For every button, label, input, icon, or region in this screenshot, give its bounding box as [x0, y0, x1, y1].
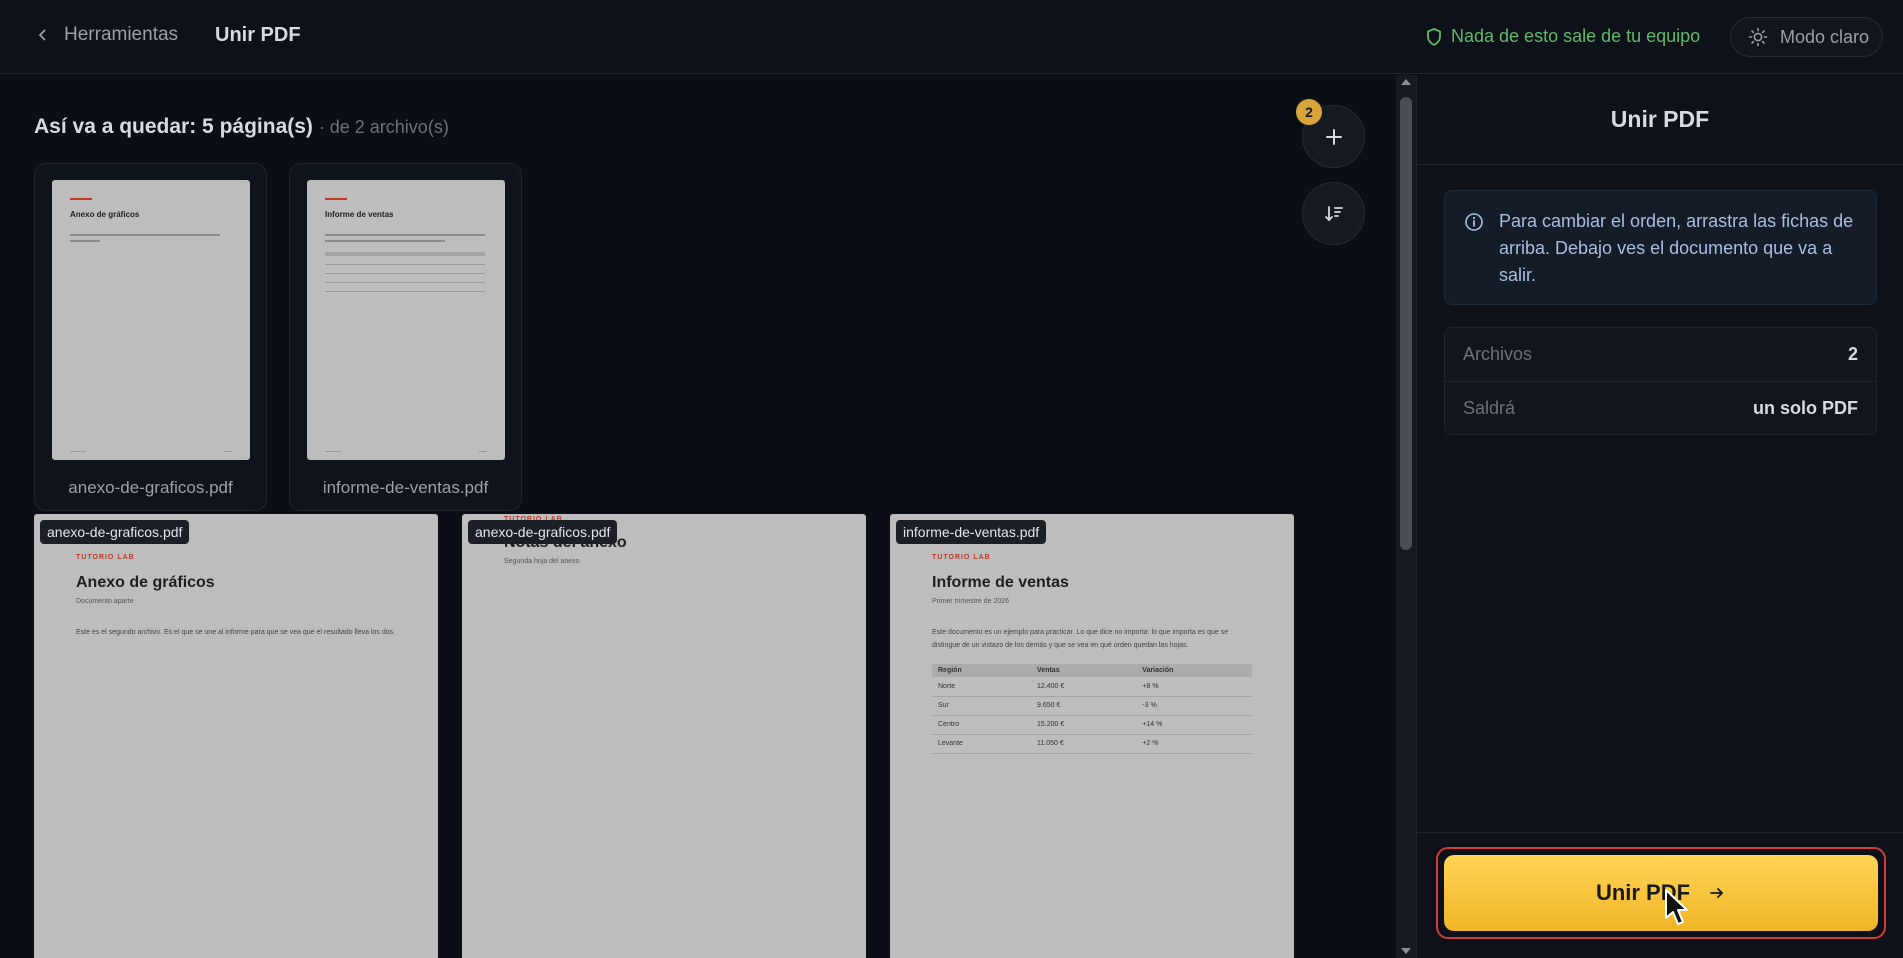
page-subtitle: Primer trimestre de 2026 — [932, 598, 1010, 605]
table-cell: +2 % — [1136, 734, 1252, 754]
stat-value: 2 — [1847, 344, 1858, 364]
result-summary: Así va a quedar: 5 página(s) · de 2 arch… — [34, 115, 449, 139]
page-brand: TUTORIO LAB — [76, 554, 135, 561]
table-row: Norte 12.400 € +8 % — [932, 677, 1252, 697]
scrollbar-thumb[interactable] — [1400, 97, 1412, 550]
table-cell: +14 % — [1136, 715, 1252, 735]
thumbnail-title: Informe de ventas — [325, 210, 394, 219]
stat-label: Archivos — [1463, 344, 1533, 364]
top-bar: Herramientas Unir PDF Nada de esto sale … — [0, 0, 1903, 74]
preview-page: anexo-de-graficos.pdf TUTORIO LAB Anexo … — [34, 514, 438, 958]
divider — [1417, 832, 1903, 833]
table-cell: Levante — [932, 734, 1032, 754]
table-cell: -3 % — [1136, 696, 1252, 716]
file-name: anexo-de-graficos.pdf — [68, 478, 233, 497]
stat-value: un solo PDF — [1753, 398, 1858, 418]
chevron-left-icon — [38, 29, 46, 41]
merge-stats: Archivos 2 Saldrá un solo PDF — [1444, 327, 1877, 435]
page-heading: Informe de ventas — [932, 574, 1069, 591]
page-body: Este documento es un ejemplo para practi… — [932, 629, 1229, 649]
info-text: Para cambiar el orden, arrastra las fich… — [1499, 211, 1854, 285]
panel-title: Unir PDF — [1417, 75, 1903, 165]
vertical-scrollbar[interactable] — [1396, 75, 1416, 958]
stat-label: Saldrá — [1463, 398, 1516, 418]
page-source-label: informe-de-ventas.pdf — [896, 520, 1047, 544]
merge-pdf-button[interactable]: Unir PDF — [1444, 855, 1878, 931]
page-subtitle: Documento aparte — [76, 598, 134, 605]
scroll-down-arrow-icon[interactable] — [1401, 948, 1411, 954]
page-count-summary: Así va a quedar: 5 página(s) — [34, 115, 313, 138]
table-cell: 9.650 € — [1031, 696, 1137, 716]
page-brand: TUTORIO LAB — [932, 554, 991, 561]
sun-icon — [1748, 27, 1768, 47]
sales-table: Región Ventas Variación Norte 12.400 € +… — [932, 664, 1252, 754]
table-cell: 11.050 € — [1031, 734, 1137, 754]
table-row: Sur 9.650 € -3 % — [932, 696, 1252, 716]
table-cell: +8 % — [1136, 677, 1252, 697]
page-heading: Anexo de gráficos — [76, 574, 215, 591]
table-cell: Norte — [932, 677, 1032, 697]
sort-icon — [1324, 205, 1343, 221]
arrow-right-icon — [1710, 888, 1724, 898]
file-thumbnail: Informe de ventas — [307, 180, 505, 460]
mouse-cursor-icon — [1665, 889, 1688, 925]
page-source-label: anexo-de-graficos.pdf — [468, 520, 618, 544]
privacy-note: Nada de esto sale de tu equipo — [1426, 26, 1700, 47]
info-box: Para cambiar el orden, arrastra las fich… — [1444, 190, 1877, 305]
table-cell: 12.400 € — [1031, 677, 1137, 697]
stat-row-files: Archivos 2 — [1445, 328, 1876, 381]
table-cell: Centro — [932, 715, 1032, 735]
file-name: informe-de-ventas.pdf — [322, 478, 489, 497]
table-row: Levante 11.050 € +2 % — [932, 734, 1252, 754]
back-link[interactable]: Herramientas — [36, 24, 178, 46]
page-title: Unir PDF — [215, 24, 301, 46]
preview-page: TUTORIO LAB Notas del anexo Segunda hoja… — [462, 514, 866, 958]
back-label: Herramientas — [64, 24, 179, 45]
merge-side-panel: Unir PDF Para cambiar el orden, arrastra… — [1416, 75, 1903, 958]
file-count-summary: · de 2 archivo(s) — [318, 117, 449, 137]
table-header: Región — [932, 664, 1032, 677]
scroll-up-arrow-icon[interactable] — [1401, 79, 1411, 85]
page-subtitle: Segunda hoja del anexo — [504, 558, 580, 565]
theme-toggle-button[interactable]: Modo claro — [1730, 17, 1883, 57]
file-thumbnail: Anexo de gráficos — [52, 180, 250, 460]
merge-workspace: Así va a quedar: 5 página(s) · de 2 arch… — [0, 75, 1396, 958]
stat-row-output: Saldrá un solo PDF — [1445, 382, 1876, 435]
theme-toggle-label: Modo claro — [1780, 26, 1870, 47]
page-body: Este es el segundo archivo. Es el que se… — [76, 629, 396, 636]
thumbnail-title: Anexo de gráficos — [70, 210, 140, 219]
privacy-text: Nada de esto sale de tu equipo — [1451, 26, 1701, 46]
shield-icon — [1427, 27, 1441, 46]
preview-page: informe-de-ventas.pdf TUTORIO LAB Inform… — [890, 514, 1294, 958]
table-cell: Sur — [932, 696, 1032, 716]
file-card-anexo[interactable]: Anexo de gráficos anexo-de-graficos.pdf — [34, 163, 267, 511]
page-source-label: anexo-de-graficos.pdf — [40, 520, 190, 544]
sort-files-button[interactable] — [1302, 182, 1365, 245]
table-header: Ventas — [1031, 664, 1137, 677]
info-icon — [1465, 213, 1483, 231]
file-count-badge: 2 — [1296, 99, 1322, 125]
table-cell: 15.200 € — [1031, 715, 1137, 735]
table-header: Variación — [1136, 664, 1252, 677]
file-card-informe[interactable]: Informe de ventas informe-de-ventas.pdf — [289, 163, 522, 511]
plus-icon — [1325, 128, 1342, 145]
table-row: Centro 15.200 € +14 % — [932, 715, 1252, 735]
